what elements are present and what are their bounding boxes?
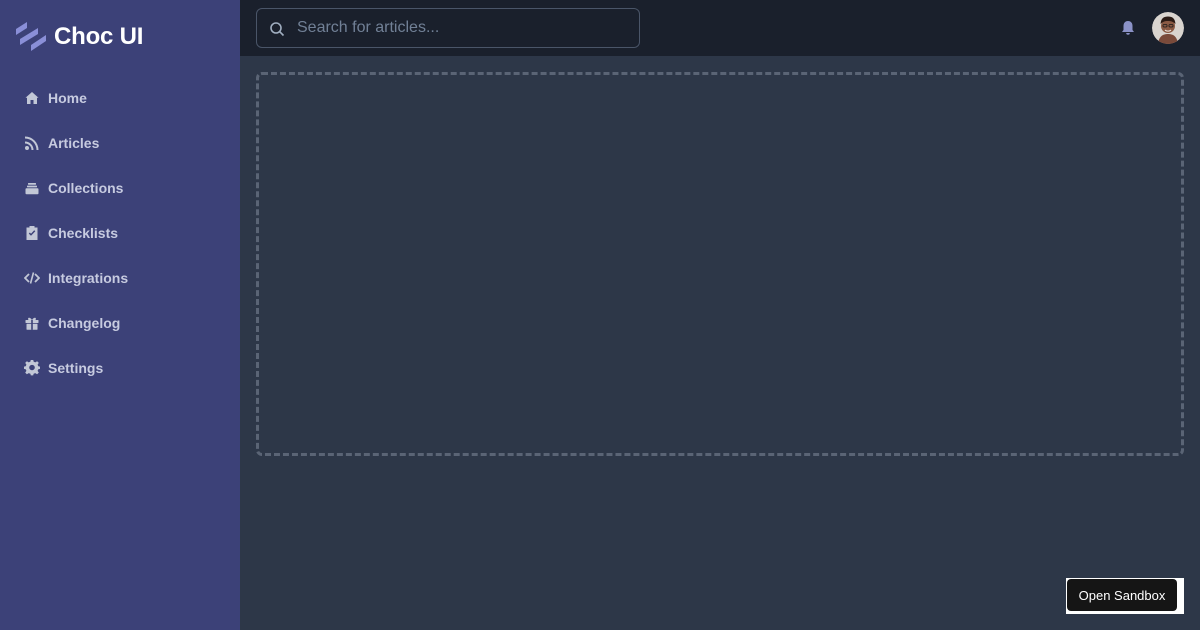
clipboard-check-icon: [24, 225, 40, 241]
user-avatar[interactable]: [1152, 12, 1184, 44]
logo-stripes-icon: [16, 22, 46, 52]
sidebar: Choc UI Home Articles Collections Checkl…: [0, 0, 240, 630]
sidebar-item-label: Home: [48, 89, 87, 106]
search-input[interactable]: [297, 9, 633, 47]
sidebar-item-label: Collections: [48, 179, 124, 196]
gift-icon: [24, 315, 40, 331]
sidebar-item-label: Changelog: [48, 314, 121, 331]
gear-icon: [24, 359, 40, 376]
sidebar-item-label: Settings: [48, 359, 104, 376]
top-bar: [240, 0, 1200, 56]
bell-icon[interactable]: [1120, 20, 1136, 36]
sidebar-nav: Home Articles Collections Checklists Int…: [0, 75, 240, 390]
open-sandbox-button[interactable]: Open Sandbox: [1067, 579, 1177, 611]
sidebar-item-label: Articles: [48, 134, 100, 151]
content-placeholder: [256, 72, 1184, 456]
sidebar-item-changelog[interactable]: Changelog: [0, 300, 240, 345]
code-icon: [24, 270, 40, 286]
sidebar-item-label: Checklists: [48, 224, 119, 241]
collections-icon: [24, 180, 40, 196]
brand-name: Choc UI: [54, 23, 144, 50]
sidebar-item-checklists[interactable]: Checklists: [0, 210, 240, 255]
sidebar-item-settings[interactable]: Settings: [0, 345, 240, 390]
brand[interactable]: Choc UI: [16, 22, 143, 52]
sidebar-item-collections[interactable]: Collections: [0, 165, 240, 210]
sidebar-item-integrations[interactable]: Integrations: [0, 255, 240, 300]
sidebar-item-home[interactable]: Home: [0, 75, 240, 120]
rss-icon: [24, 135, 40, 151]
home-icon: [24, 90, 40, 106]
search-box[interactable]: [256, 8, 640, 48]
sidebar-item-label: Integrations: [48, 269, 129, 286]
search-icon: [269, 21, 285, 37]
sidebar-item-articles[interactable]: Articles: [0, 120, 240, 165]
